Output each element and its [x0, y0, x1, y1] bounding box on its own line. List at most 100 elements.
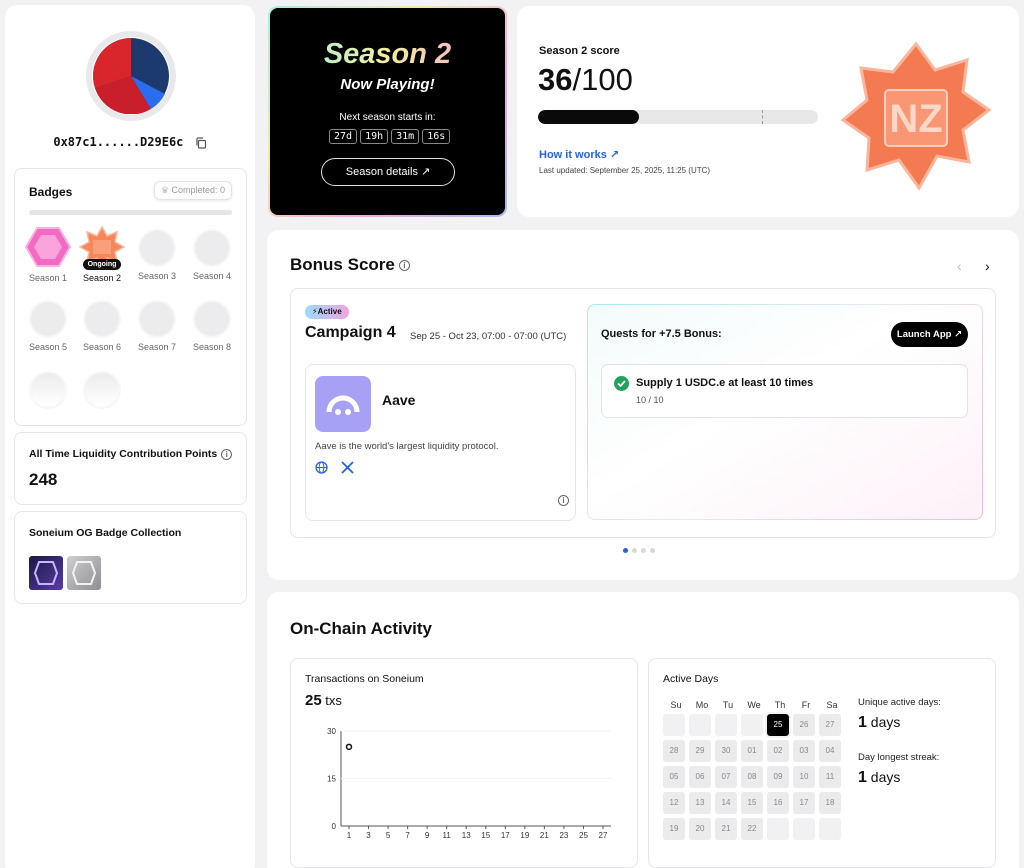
carousel-dot[interactable]: [641, 548, 646, 553]
prev-arrow-icon[interactable]: ‹: [957, 258, 962, 274]
campaign-dates: Sep 25 - Oct 23, 07:00 - 07:00 (UTC): [410, 331, 567, 342]
badge-season-1[interactable]: Season 1: [22, 226, 74, 283]
calendar-day: 09: [767, 766, 789, 788]
x-tick-label: 25: [579, 831, 588, 840]
og-badge-2-icon[interactable]: [67, 556, 101, 590]
weekday-label: Sa: [826, 700, 838, 710]
carousel-dot[interactable]: [650, 548, 655, 553]
transactions-chart: 015301 3 5 7 9 11 13 15 17 19 21 23 25 27: [327, 727, 611, 840]
calendar-day: 19: [663, 818, 685, 840]
badge-season-8[interactable]: Season 8: [186, 300, 238, 352]
badge-label: Season 3: [137, 271, 177, 281]
season-details-button[interactable]: Season details ↗: [321, 158, 455, 186]
calendar-day: 07: [715, 766, 737, 788]
season-card: Season 2 Now Playing! Next season starts…: [268, 6, 507, 217]
quest-text: Supply 1 USDC.e at least 10 times: [636, 377, 814, 389]
calendar-day: 08: [741, 766, 763, 788]
calendar-day: 02: [767, 740, 789, 762]
streak-number: 1: [858, 769, 867, 786]
active-days-title: Active Days: [663, 673, 719, 685]
weekday-label: We: [747, 700, 761, 710]
badge-placeholder: [193, 229, 231, 267]
carousel-dot[interactable]: [632, 548, 637, 553]
globe-icon[interactable]: [315, 461, 328, 474]
calendar-day: 06: [689, 766, 711, 788]
launch-app-button[interactable]: Launch App ↗: [891, 322, 968, 347]
y-tick-label: 30: [327, 727, 336, 736]
quests-panel: Quests for +7.5 Bonus: Launch App ↗ Supp…: [587, 304, 983, 520]
badge-label: Season 2: [82, 273, 122, 283]
calendar-day: 21: [715, 818, 737, 840]
badge-season-6[interactable]: Season 6: [76, 300, 128, 352]
calendar-day: 25: [765, 712, 791, 738]
data-point: [345, 743, 353, 751]
score-progress-bar: [538, 110, 818, 124]
wallet-address: 0x87c1......D29E6c: [5, 135, 255, 149]
info-icon[interactable]: i: [221, 448, 233, 460]
badge-season-3[interactable]: Season 3: [131, 229, 183, 281]
next-season-label: Next season starts in:: [339, 112, 436, 123]
timer-hours: 19h: [360, 129, 389, 144]
calendar-day: 17: [793, 792, 815, 814]
calendar-day: 18: [819, 792, 841, 814]
badge-season-9[interactable]: [22, 371, 74, 409]
calendar-day: [715, 714, 737, 736]
badge-label: Season 4: [192, 271, 232, 281]
aave-logo-icon: [315, 376, 371, 432]
weekday-label: Su: [670, 700, 682, 710]
score-label: Season 2 score: [539, 45, 620, 57]
active-pill-text: Active: [317, 307, 342, 316]
badge-season-2[interactable]: Ongoing Season 2: [76, 225, 128, 283]
badges-title: Badges: [29, 185, 73, 199]
calendar-day: 29: [689, 740, 711, 762]
badge-placeholder: [83, 300, 121, 338]
x-twitter-icon[interactable]: [341, 461, 354, 474]
last-updated: Last updated: September 25, 2025, 11:25 …: [539, 166, 711, 175]
calendar-day: 20: [689, 818, 711, 840]
score-number: 36: [538, 62, 573, 97]
calendar-day: 13: [689, 792, 711, 814]
og-badge-1-icon[interactable]: [29, 556, 63, 590]
protocol-description: Aave is the world's largest liquidity pr…: [315, 441, 499, 452]
calendar-day: 27: [819, 714, 841, 736]
weekday-label: Mo: [695, 700, 709, 710]
badge-season-7[interactable]: Season 7: [131, 300, 183, 352]
campaign-title: Campaign 4: [305, 324, 396, 341]
quests-title: Quests for +7.5 Bonus:: [601, 328, 722, 340]
check-icon: [614, 376, 629, 391]
info-icon[interactable]: i: [398, 260, 410, 272]
x-tick-label: 17: [501, 831, 510, 840]
wallet-address-text: 0x87c1......D29E6c: [53, 135, 184, 149]
x-tick-label: 3: [366, 831, 371, 840]
badge-label: Season 6: [82, 342, 122, 352]
x-tick-label: 23: [559, 831, 568, 840]
onchain-activity-card: On-Chain Activity Transactions on Soneiu…: [267, 592, 1019, 868]
crown-icon: ♛: [160, 185, 169, 195]
badge-season-10[interactable]: [76, 371, 128, 409]
next-arrow-icon[interactable]: ›: [985, 258, 990, 274]
info-icon[interactable]: i: [558, 495, 569, 506]
calendar-day: 14: [715, 792, 737, 814]
badges-panel: Badges ♛ Completed: 0 Season 1 Ongoing S…: [14, 168, 247, 426]
onchain-title: On-Chain Activity: [290, 619, 432, 638]
completed-chip: ♛ Completed: 0: [153, 181, 232, 200]
carousel-dot[interactable]: [623, 548, 628, 553]
calendar-day: 03: [793, 740, 815, 762]
days-unit: days: [866, 769, 901, 785]
badge-placeholder: [29, 371, 67, 409]
quest-progress: 10 / 10: [636, 395, 664, 405]
badge-season-4[interactable]: Season 4: [186, 229, 238, 281]
copy-icon[interactable]: [195, 136, 207, 149]
liquidity-title: All Time Liquidity Contribution Points i: [29, 448, 233, 460]
x-tick-label: 13: [462, 831, 471, 840]
badge-season-5[interactable]: Season 5: [22, 300, 74, 352]
how-it-works-link[interactable]: How it works ↗: [539, 148, 619, 161]
x-tick-label: 27: [599, 831, 608, 840]
transactions-box: Transactions on Soneium 25 txs 0 15 30 1 3 5 7…: [290, 658, 638, 868]
calendar-day: 11: [819, 766, 841, 788]
calendar-day: [819, 818, 841, 840]
weekday-label: Tu: [722, 700, 734, 710]
liquidity-panel: All Time Liquidity Contribution Points i …: [14, 432, 247, 505]
badge-label: Season 5: [28, 342, 68, 352]
timer-minutes: 31m: [391, 129, 420, 144]
